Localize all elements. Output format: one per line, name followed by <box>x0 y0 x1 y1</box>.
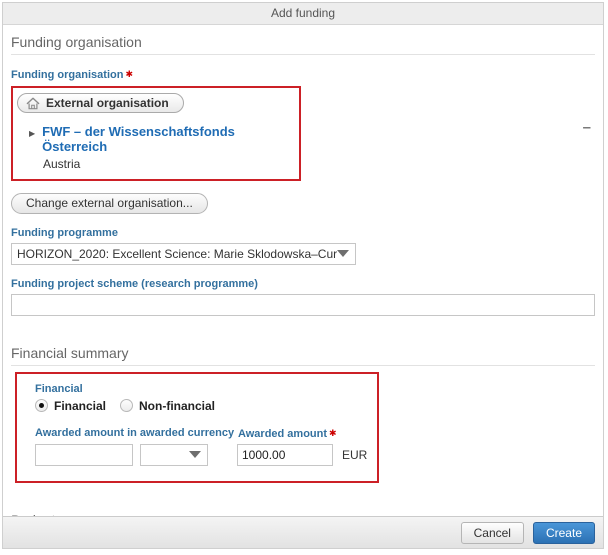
amount-inputs-row: EUR <box>35 444 377 466</box>
change-external-organisation-button[interactable]: Change external organisation... <box>11 193 208 214</box>
organisation-row: ▶ FWF – der Wissenschaftsfonds Österreic… <box>29 124 293 154</box>
external-organisation-tag[interactable]: External organisation <box>17 93 184 113</box>
financial-label: Financial <box>35 383 377 396</box>
funding-project-scheme-input[interactable] <box>11 294 595 316</box>
funding-organisation-label: Funding organisation✱ <box>11 68 595 82</box>
required-marker: ✱ <box>125 69 133 79</box>
remove-organisation-icon[interactable]: – <box>583 122 591 134</box>
expander-triangle-icon[interactable]: ▶ <box>29 129 35 138</box>
funding-programme-select[interactable]: HORIZON_2020: Excellent Science: Marie S… <box>11 243 356 265</box>
financial-summary-highlight-box: Financial Financial Non-financial Awarde… <box>15 372 379 483</box>
funding-organisation-highlight-row: External organisation ▶ FWF – der Wissen… <box>11 86 595 181</box>
awarded-currency-amount-input[interactable] <box>35 444 133 466</box>
funding-programme-label: Funding programme <box>11 227 595 240</box>
radio-unselected-icon[interactable] <box>120 399 133 412</box>
organisation-country: Austria <box>43 157 293 171</box>
required-marker: ✱ <box>329 428 337 438</box>
external-organisation-tag-label: External organisation <box>46 96 169 110</box>
awarded-amount-input[interactable] <box>237 444 333 466</box>
financial-radio-group: Financial Non-financial <box>35 399 377 413</box>
dialog-footer: Cancel Create <box>3 516 603 548</box>
cancel-button[interactable]: Cancel <box>461 522 524 544</box>
amount-labels-row: Awarded amount in awarded currency Award… <box>35 427 377 441</box>
radio-non-financial-label: Non-financial <box>139 399 215 413</box>
add-funding-dialog: Add funding Funding organisation Funding… <box>2 2 604 549</box>
section-heading-funding-organisation: Funding organisation <box>11 25 595 55</box>
radio-selected-icon[interactable] <box>35 399 48 412</box>
currency-code-label: EUR <box>342 448 367 462</box>
create-button[interactable]: Create <box>533 522 595 544</box>
section-heading-financial-summary: Financial summary <box>11 336 595 366</box>
radio-financial[interactable]: Financial <box>35 399 106 413</box>
awarded-amount-label: Awarded amount✱ <box>238 427 337 441</box>
chevron-down-icon <box>337 250 349 257</box>
dialog-title: Add funding <box>3 3 603 25</box>
funding-organisation-highlight-box: External organisation ▶ FWF – der Wissen… <box>11 86 301 181</box>
awarded-currency-label: Awarded amount in awarded currency <box>35 427 238 441</box>
radio-non-financial[interactable]: Non-financial <box>120 399 215 413</box>
funding-project-scheme-label: Funding project scheme (research program… <box>11 278 595 291</box>
dialog-content: Funding organisation Funding organisatio… <box>3 25 603 549</box>
funding-programme-selected-value: HORIZON_2020: Excellent Science: Marie S… <box>17 247 337 261</box>
radio-financial-label: Financial <box>54 399 106 413</box>
house-icon <box>26 97 40 110</box>
organisation-name-link[interactable]: FWF – der Wissenschaftsfonds Österreich <box>42 124 293 154</box>
chevron-down-icon <box>189 451 201 458</box>
currency-select[interactable] <box>140 444 208 466</box>
